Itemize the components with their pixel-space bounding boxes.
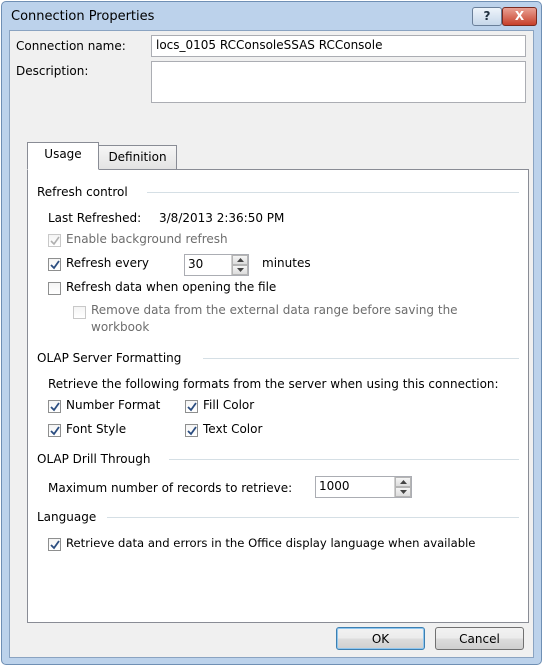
spin-down-button[interactable]	[395, 487, 411, 497]
remove-data-label-line2: workbook	[91, 320, 150, 334]
remove-data-checkbox[interactable]	[73, 306, 86, 319]
arrow-up-icon	[400, 480, 407, 484]
background-refresh-label: Enable background refresh	[66, 232, 228, 246]
olap-formatting-group: OLAP Server Formatting	[37, 351, 519, 365]
language-group: Language	[37, 510, 519, 524]
usage-panel: Refresh control Last Refreshed: 3/8/2013…	[27, 169, 529, 623]
arrow-down-icon	[400, 490, 407, 494]
connection-name-input[interactable]: locs_0105 RCConsoleSSAS RCConsole	[151, 35, 526, 57]
checkmark-icon	[50, 236, 60, 246]
arrow-down-icon	[237, 268, 244, 272]
title-bar[interactable]: Connection Properties ? X	[2, 2, 541, 30]
help-button[interactable]: ?	[472, 7, 502, 26]
checkmark-icon	[187, 402, 197, 412]
window-title: Connection Properties	[11, 9, 155, 24]
checkmark-icon	[187, 426, 197, 436]
description-label: Description:	[16, 64, 89, 78]
refresh-control-group: Refresh control	[37, 185, 519, 199]
number-format-label: Number Format	[66, 398, 161, 412]
last-refreshed-label: Last Refreshed:	[48, 211, 142, 225]
connection-properties-dialog: Connection Properties ? X Connection nam…	[1, 1, 542, 665]
olap-formatting-intro: Retrieve the following formats from the …	[48, 377, 499, 391]
fill-color-label: Fill Color	[203, 398, 255, 412]
background-refresh-checkbox[interactable]	[48, 234, 61, 247]
max-records-value[interactable]: 1000	[319, 479, 350, 493]
olap-drill-through-group: OLAP Drill Through	[37, 452, 519, 466]
refresh-every-label: Refresh every	[66, 256, 150, 270]
number-format-checkbox[interactable]	[48, 400, 61, 413]
ok-button[interactable]: OK	[336, 627, 425, 650]
dialog-body: Connection name: locs_0105 RCConsoleSSAS…	[9, 30, 534, 658]
spin-up-button[interactable]	[232, 255, 248, 265]
font-style-label: Font Style	[66, 422, 127, 436]
text-color-label: Text Color	[203, 422, 263, 436]
remove-data-label: Remove data from the external data range…	[91, 303, 458, 317]
refresh-on-open-label: Refresh data when opening the file	[66, 280, 277, 294]
refresh-minutes-value[interactable]: 30	[188, 257, 203, 271]
connection-name-label: Connection name:	[16, 39, 126, 53]
office-language-checkbox[interactable]	[48, 538, 61, 551]
tab-usage[interactable]: Usage	[27, 142, 99, 170]
refresh-on-open-checkbox[interactable]	[48, 282, 61, 295]
office-language-label: Retrieve data and errors in the Office d…	[66, 536, 476, 550]
max-records-spinner[interactable]: 1000	[315, 476, 412, 498]
text-color-checkbox[interactable]	[185, 424, 198, 437]
description-input[interactable]	[151, 61, 526, 103]
arrow-up-icon	[237, 258, 244, 262]
tab-definition[interactable]: Definition	[98, 145, 177, 169]
checkmark-icon	[50, 540, 60, 550]
checkmark-icon	[50, 260, 60, 270]
minutes-label: minutes	[262, 256, 311, 270]
checkmark-icon	[50, 402, 60, 412]
font-style-checkbox[interactable]	[48, 424, 61, 437]
cancel-button[interactable]: Cancel	[435, 627, 524, 650]
max-records-label: Maximum number of records to retrieve:	[48, 481, 293, 495]
spin-up-button[interactable]	[395, 477, 411, 487]
fill-color-checkbox[interactable]	[185, 400, 198, 413]
close-button[interactable]: X	[502, 7, 537, 26]
close-icon: X	[514, 9, 525, 23]
checkmark-icon	[50, 426, 60, 436]
last-refreshed-value: 3/8/2013 2:36:50 PM	[159, 211, 285, 225]
help-icon: ?	[483, 9, 491, 23]
refresh-every-checkbox[interactable]	[48, 258, 61, 271]
spin-down-button[interactable]	[232, 265, 248, 275]
refresh-minutes-spinner[interactable]: 30	[184, 254, 249, 276]
